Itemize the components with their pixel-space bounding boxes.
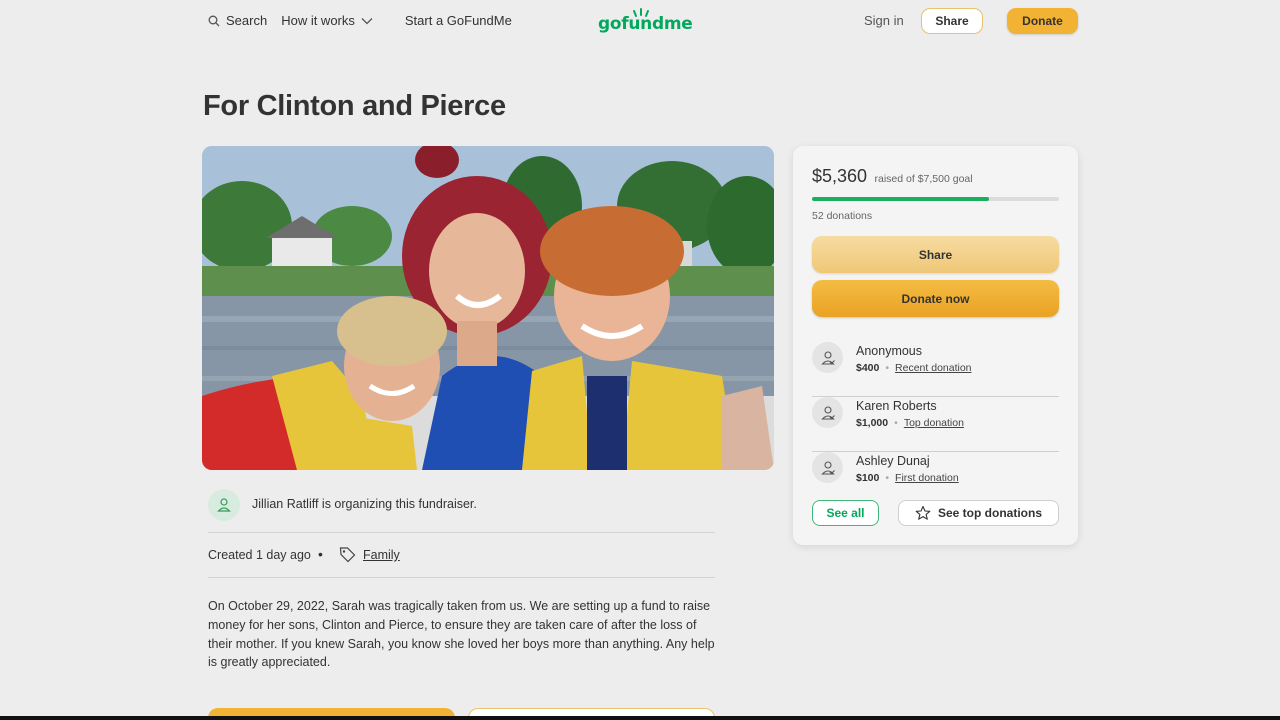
donor-icon [820,350,835,365]
donor-name: Anonymous [856,344,923,358]
donor-avatar [812,397,843,428]
raised-amount: $5,360 [812,166,868,186]
donor-tag-link[interactable]: Recent donation [895,362,971,374]
tag-icon [339,547,356,563]
donor-detail: $1,000 • Top donation [856,417,964,429]
donor-tag-link[interactable]: First donation [895,472,959,484]
goal-text: raised of $7,500 goal [874,173,973,185]
sign-in-link[interactable]: Sign in [864,13,904,28]
donor-name: Karen Roberts [856,399,937,413]
organizer-text: Jillian Ratliff is organizing this fundr… [252,497,477,511]
how-it-works-label: How it works [281,13,355,28]
donations-count: 52 donations [812,210,873,222]
donate-button-header[interactable]: Donate [1007,8,1078,34]
star-icon [915,505,931,520]
created-text: Created 1 day ago [208,548,311,562]
bullet-separator: • [885,362,890,374]
donor-amount: $400 [856,362,880,374]
donate-now-button[interactable]: Donate now [812,280,1059,317]
donation-item[interactable]: Karen Roberts $1,000 • Top donation [812,397,1059,452]
window-bottom-edge [0,716,1280,720]
bullet-separator: • [894,417,898,429]
logo-text: gofundme [598,14,693,34]
bullet-separator: • [885,472,890,484]
share-button-header[interactable]: Share [921,8,983,34]
user-icon [217,498,231,512]
search-label: Search [226,13,268,28]
share-button[interactable]: Share [812,236,1059,273]
donor-icon [820,405,835,420]
search-link[interactable]: Search [208,13,267,28]
campaign-meta: Created 1 day ago • Family [208,533,715,578]
start-gofundme-link[interactable]: Start a GoFundMe [405,13,512,28]
organizer-row: Jillian Ratliff is organizing this fundr… [208,489,715,533]
donor-amount: $100 [856,472,880,484]
raised-summary: $5,360 raised of $7,500 goal [812,166,973,187]
category-link[interactable]: Family [363,548,400,562]
donor-avatar [812,452,843,483]
how-it-works-menu[interactable]: How it works [281,13,373,28]
donor-name: Ashley Dunaj [856,454,930,468]
nav-left: Search How it works Start a GoFundMe [208,13,512,28]
see-top-donations-label: See top donations [937,506,1042,520]
gofundme-logo[interactable]: gofundme [598,6,693,36]
search-icon [208,15,220,26]
see-top-donations-button[interactable]: See top donations [898,500,1059,526]
see-all-button[interactable]: See all [812,500,879,526]
meta-separator: • [318,546,323,562]
start-gofundme-label: Start a GoFundMe [404,13,512,28]
campaign-hero-image[interactable] [202,146,774,470]
top-nav: Search How it works Start a GoFundMe gof… [0,0,1280,42]
donor-detail: $400 • Recent donation [856,362,972,374]
hero-photo [202,146,774,470]
donation-item[interactable]: Ashley Dunaj $100 • First donation [812,452,1059,507]
campaign-story: On October 29, 2022, Sarah was tragicall… [208,599,715,670]
page-title: For Clinton and Pierce [203,90,506,122]
progress-fill [812,197,989,201]
donor-amount: $1,000 [856,417,889,429]
donor-avatar [812,342,843,373]
progress-bar [812,197,1059,201]
donation-sidebar: $5,360 raised of $7,500 goal 52 donation… [793,146,1078,545]
chevron-down-icon [361,17,373,24]
donor-icon [820,460,835,475]
donor-tag-link[interactable]: Top donation [904,417,964,429]
donor-detail: $100 • First donation [856,472,959,484]
donation-item[interactable]: Anonymous $400 • Recent donation [812,342,1059,397]
organizer-avatar[interactable] [208,489,240,521]
